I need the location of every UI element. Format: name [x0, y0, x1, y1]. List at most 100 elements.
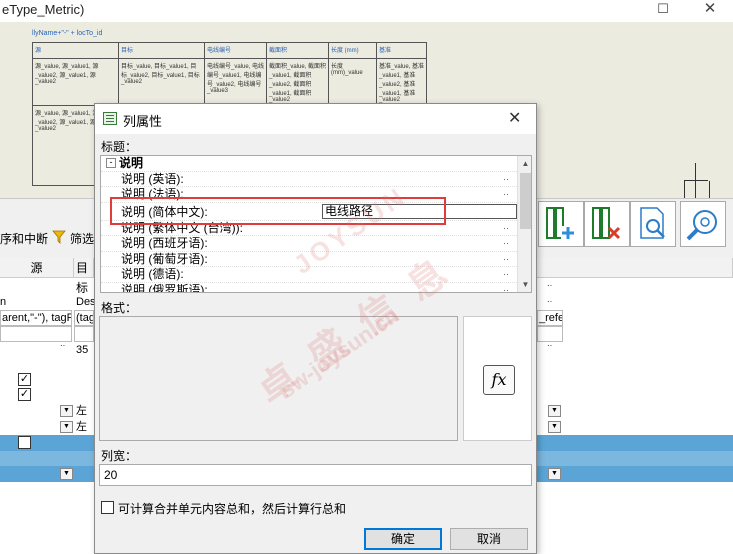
- list-item[interactable]: 说明 (法语): ··: [101, 187, 517, 203]
- list-group-label: 说明: [119, 156, 144, 170]
- ellipsis-icon[interactable]: ··: [503, 267, 509, 282]
- delete-column-icon: [592, 207, 621, 240]
- report-header-cell: 基准: [376, 42, 427, 59]
- grid-refer-input[interactable]: _refer: [537, 310, 563, 326]
- column-width-input[interactable]: 20: [99, 464, 532, 486]
- ellipsis-icon[interactable]: ··: [503, 221, 509, 236]
- filter-label[interactable]: 筛选: [70, 230, 94, 247]
- list-item[interactable]: 说明 (葡萄牙语): ··: [101, 251, 517, 267]
- format-textarea[interactable]: [99, 316, 458, 441]
- report-cell: 长度(mm)_value: [328, 58, 377, 106]
- sum-merged-checkbox[interactable]: [101, 501, 114, 514]
- list-item[interactable]: 说明 (繁体中文 (台湾)): ··: [101, 220, 517, 236]
- dialog-titlebar: 列属性 ✕: [95, 104, 536, 134]
- dialog-close-icon[interactable]: ✕: [508, 108, 521, 128]
- grid-checkbox-checked[interactable]: ✓: [18, 373, 31, 386]
- report-cell: 电线编号_value, 电线编号_value1, 电线编号_value2, 电线…: [204, 58, 267, 106]
- grid-formula-input[interactable]: arent,"-"), tagFro: [0, 310, 72, 326]
- list-item-label: 说明 (英语):: [121, 171, 184, 186]
- sort-break-label[interactable]: 序和中断: [0, 230, 48, 247]
- window-title: eType_Metric): [2, 2, 85, 17]
- filter-icon[interactable]: [52, 230, 66, 244]
- ok-button[interactable]: 确定: [364, 528, 442, 550]
- table-icon: [103, 112, 117, 125]
- caption-label: 标题：: [101, 140, 138, 154]
- report-header-cell: 电线编号: [204, 42, 267, 59]
- document-search-icon: [640, 207, 665, 239]
- scroll-thumb[interactable]: [520, 173, 531, 229]
- dialog-title: 列属性: [123, 114, 163, 129]
- report-header-cell: 目标: [118, 42, 205, 59]
- list-group-description[interactable]: - 说明: [101, 156, 517, 172]
- grid-align-cell: 左: [76, 421, 87, 433]
- formula-hint: llyName+"-" + locTo_id: [32, 30, 103, 37]
- caption-edit-input[interactable]: 电线路径: [322, 203, 517, 219]
- report-cell: 目标_value, 目标_value1, 目标_value2, 目标_value…: [118, 58, 205, 106]
- magnifier-icon: [686, 210, 717, 241]
- report-header-cell: 截面积: [266, 42, 329, 59]
- report-cell: 截面积_value, 截面积_value1, 截面积_value2, 截面积_v…: [266, 58, 329, 106]
- ellipsis-icon[interactable]: ··: [503, 187, 509, 202]
- add-column-icon: [546, 207, 575, 240]
- format-label: 格式：: [101, 301, 138, 315]
- width-label: 列宽：: [101, 449, 138, 463]
- grid-align-cell: 左: [76, 405, 87, 417]
- grid-dots: ··: [60, 341, 66, 350]
- chevron-down-icon[interactable]: ▼: [548, 468, 561, 480]
- list-item[interactable]: 说明 (俄罗斯语): ··: [101, 283, 517, 293]
- delete-column-button[interactable]: [584, 201, 630, 247]
- list-item[interactable]: 说明 (西班牙语): ··: [101, 236, 517, 252]
- list-item-label: 说明 (法语):: [121, 187, 184, 201]
- list-item[interactable]: 说明 (德语): ··: [101, 267, 517, 283]
- cancel-button[interactable]: 取消: [450, 528, 528, 550]
- sum-merged-label: 可计算合并单元内容总和，然后计算行总和: [118, 502, 347, 516]
- chevron-down-icon[interactable]: ▼: [60, 421, 73, 433]
- list-item-label: 说明 (繁体中文 (台湾)):: [121, 220, 243, 235]
- list-item[interactable]: 说明 (英语): ··: [101, 171, 517, 187]
- ellipsis-icon[interactable]: ··: [503, 252, 509, 267]
- list-item-label: 说明 (葡萄牙语):: [121, 251, 208, 266]
- formula-button[interactable]: fx: [463, 316, 532, 441]
- maximize-icon[interactable]: ☐: [645, 0, 681, 20]
- caption-property-list[interactable]: - 说明 说明 (英语): ·· 说明 (法语): ·· 说明 (简体中文): …: [100, 155, 532, 293]
- scroll-up-icon[interactable]: ▲: [518, 156, 531, 171]
- add-column-button[interactable]: [538, 201, 584, 247]
- grid-checkbox-checked[interactable]: ✓: [18, 388, 31, 401]
- preview-button[interactable]: [630, 201, 676, 247]
- report-cell: 源_value, 源_value1, 源_value2, 源_value1, 源…: [32, 58, 119, 106]
- grid-header-right: [537, 258, 733, 278]
- collapse-icon[interactable]: -: [106, 158, 116, 168]
- chevron-down-icon[interactable]: ▼: [548, 405, 561, 417]
- chevron-down-icon[interactable]: ▼: [60, 468, 73, 480]
- chevron-down-icon[interactable]: ▼: [60, 405, 73, 417]
- grid-empty-input[interactable]: [74, 326, 94, 342]
- hierarchy-icon: [684, 163, 710, 199]
- report-header-cell: 长度 (mm): [328, 42, 377, 59]
- list-item-label: 说明 (德语):: [121, 267, 184, 281]
- list-item-label: 说明 (简体中文):: [121, 204, 208, 219]
- window-titlebar: eType_Metric) ☐ ✕: [0, 0, 733, 22]
- grid-dots: ··: [547, 281, 553, 290]
- grid-dots: ··: [547, 341, 553, 350]
- ellipsis-icon[interactable]: ··: [503, 283, 509, 293]
- ellipsis-icon[interactable]: ··: [503, 172, 509, 187]
- grid-tag-input[interactable]: (tag: [74, 310, 94, 326]
- scroll-down-icon[interactable]: ▼: [518, 277, 531, 292]
- grid-header-target[interactable]: 目标: [74, 258, 94, 295]
- report-cell: 基准_value, 基准_value1, 基准_value2, 基准_value…: [376, 58, 427, 106]
- ellipsis-icon[interactable]: ··: [503, 236, 509, 251]
- list-scrollbar[interactable]: ▲ ▼: [517, 156, 531, 292]
- function-icon: fx: [483, 365, 515, 395]
- list-item-label: 说明 (西班牙语):: [121, 236, 208, 250]
- grid-header-source[interactable]: 源: [0, 258, 74, 278]
- chevron-down-icon[interactable]: ▼: [548, 421, 561, 433]
- grid-cell: n: [0, 296, 7, 308]
- column-properties-dialog: 列属性 ✕ 标题： - 说明 说明 (英语): ·· 说明 (法语): ·· 说…: [94, 103, 537, 554]
- report-header-cell: 源: [32, 42, 119, 59]
- grid-dots: ··: [547, 297, 553, 306]
- grid-cell: 35: [76, 344, 89, 356]
- list-item-selected[interactable]: 说明 (简体中文): 电线路径: [101, 203, 517, 221]
- window-close-icon[interactable]: ✕: [692, 0, 728, 20]
- zoom-button[interactable]: [680, 201, 726, 247]
- grid-checkbox[interactable]: [18, 436, 31, 449]
